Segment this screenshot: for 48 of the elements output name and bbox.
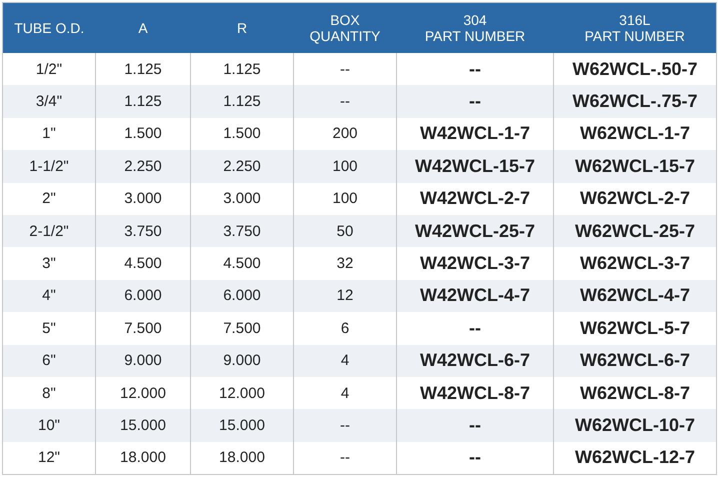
table-cell: 1.125 (190, 85, 294, 118)
table-cell: -- (294, 409, 396, 442)
table-cell: 18.000 (96, 442, 190, 475)
column-header: A (96, 2, 190, 53)
table-cell: 9.000 (96, 344, 190, 377)
table-cell: -- (294, 85, 396, 118)
table-cell: 3.750 (96, 214, 190, 248)
table-cell: 15.000 (96, 409, 190, 442)
column-header: R (190, 2, 294, 53)
table-cell: 2.250 (96, 150, 190, 183)
table-cell: 100 (294, 150, 396, 183)
table-cell: W62WCL-.75-7 (554, 85, 716, 118)
column-header: BOX QUANTITY (294, 2, 396, 53)
table-cell: -- (396, 442, 554, 475)
table-cell: 9.000 (190, 344, 294, 377)
table-cell: W42WCL-25-7 (396, 214, 554, 248)
table-cell: 3/4" (2, 85, 96, 118)
table-cell: 3.750 (190, 214, 294, 248)
table-cell: 18.000 (190, 442, 294, 475)
table-cell: W62WCL-25-7 (554, 214, 716, 248)
table-cell: 6" (2, 344, 96, 377)
table-cell: 6.000 (96, 280, 190, 312)
table-cell: 2.250 (190, 150, 294, 183)
table-cell: W62WCL-6-7 (554, 344, 716, 377)
table-cell: 12" (2, 442, 96, 475)
column-header: 304 PART NUMBER (396, 2, 554, 53)
table-cell: 12 (294, 280, 396, 312)
table-cell: W62WCL-12-7 (554, 442, 716, 475)
table-cell: 1.125 (96, 85, 190, 118)
table-cell: 15.000 (190, 409, 294, 442)
table-cell: 4" (2, 280, 96, 312)
table-cell: W42WCL-15-7 (396, 150, 554, 183)
column-header: TUBE O.D. (2, 2, 96, 53)
table-cell: 50 (294, 214, 396, 248)
table-cell: W62WCL-15-7 (554, 150, 716, 183)
column-header: 316L PART NUMBER (554, 2, 716, 53)
table-cell: W62WCL-4-7 (554, 280, 716, 312)
table-cell: -- (396, 409, 554, 442)
table-cell: -- (294, 442, 396, 475)
table-cell: 2-1/2" (2, 214, 96, 248)
table-cell: W42WCL-6-7 (396, 344, 554, 377)
table-cell: -- (396, 85, 554, 118)
table-cell: W42WCL-4-7 (396, 280, 554, 312)
table-cell: 6.000 (190, 280, 294, 312)
table-cell: 1-1/2" (2, 150, 96, 183)
table-cell: 4 (294, 344, 396, 377)
table-cell: 10" (2, 409, 96, 442)
table-cell: W62WCL-10-7 (554, 409, 716, 442)
